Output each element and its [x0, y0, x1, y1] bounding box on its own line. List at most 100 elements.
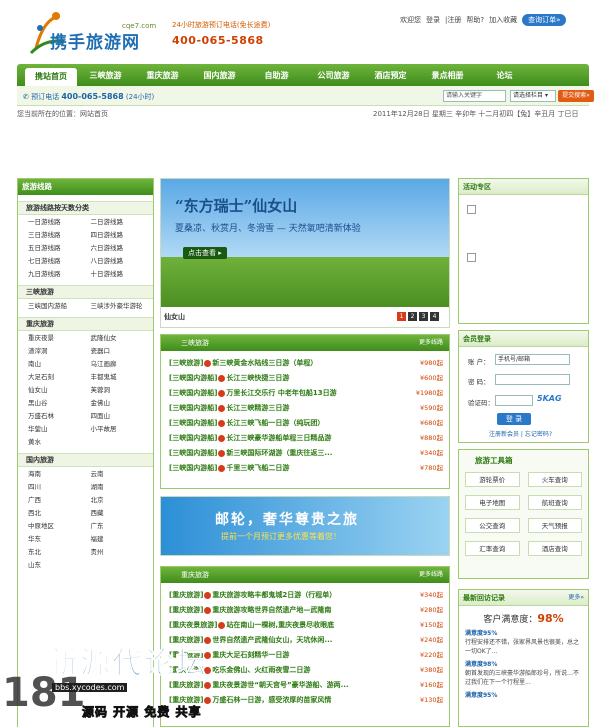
route-link[interactable]: 四面山 [91, 412, 154, 421]
row-title[interactable]: 重庆旅游攻略世界自然遗产地—武隆南 [212, 606, 331, 614]
site-logo[interactable]: cqe7.com 携手旅游网 [26, 8, 166, 63]
tool-button[interactable]: 天气预报 [527, 518, 582, 533]
route-link[interactable]: 北京 [91, 496, 154, 505]
row-title[interactable]: 新三峡国际环湖游（重庆往返三... [226, 449, 332, 457]
route-link[interactable]: 西藏 [91, 509, 154, 518]
register-link[interactable]: |注册 [445, 15, 461, 25]
route-link[interactable]: 万盛石林 [28, 412, 91, 421]
row-category[interactable]: [三峡国内游船] [169, 374, 217, 382]
route-link[interactable]: 西北 [28, 509, 91, 518]
nav-company-tour[interactable]: 公司旅游 [305, 70, 362, 81]
nav-sanxia[interactable]: 三峡旅游 [77, 70, 134, 81]
tool-button[interactable]: 酒店查询 [527, 541, 582, 556]
row-title[interactable]: 站在南山一棵树,重庆夜景尽收眼底 [226, 621, 334, 629]
sanxia-more-link[interactable]: 更多线路 [419, 335, 443, 351]
route-link[interactable]: 华蓥山 [28, 425, 91, 434]
column-select[interactable]: 请选择栏目 ▾ [510, 90, 556, 102]
route-link[interactable]: 九日游线路 [28, 270, 91, 279]
row-title[interactable]: 长江三峡飞船一日游（纯玩团） [226, 419, 324, 427]
broken-image-icon[interactable] [467, 205, 476, 214]
route-link[interactable]: 广东 [91, 522, 154, 531]
reviews-more-link[interactable]: 更多» [568, 590, 584, 606]
route-link[interactable]: 丰都鬼城 [91, 373, 154, 382]
route-link[interactable]: 中原地区 [28, 522, 91, 531]
search-button[interactable]: 提交搜索» [558, 90, 594, 102]
pager-2[interactable]: 2 [408, 312, 417, 321]
route-link[interactable]: 一日游线路 [28, 218, 91, 227]
chongqing-more-link[interactable]: 更多线路 [419, 567, 443, 583]
route-link[interactable]: 渣滓洞 [28, 347, 91, 356]
pager-1[interactable]: 1 [397, 312, 406, 321]
keyword-input[interactable]: 请输入关键字 [443, 90, 506, 102]
login-link[interactable]: 登录 [426, 15, 440, 25]
nav-album[interactable]: 景点相册 [419, 70, 476, 81]
route-link[interactable]: 三日游线路 [28, 231, 91, 240]
route-link[interactable]: 贵州 [91, 548, 154, 557]
row-category[interactable]: [三峡国内游船] [169, 464, 217, 472]
register-link[interactable]: 注册新会员 [489, 431, 519, 438]
banner-more-button[interactable]: 点击查看 ▸ [183, 247, 227, 259]
list-item[interactable]: [重庆旅游] 重庆旅游攻略世界自然遗产地—武隆南 ¥280起 [161, 603, 449, 618]
captcha-image[interactable]: 5KAG [537, 394, 562, 403]
banner-slideshow[interactable]: “东方瑞士”仙女山 夏桑凉、秋赏月、冬滑雪 — 天然氧吧清新体验 点击查看 ▸ … [160, 178, 450, 328]
nav-forum[interactable]: 论坛 [476, 70, 533, 81]
route-link[interactable]: 金佛山 [91, 399, 154, 408]
tool-button[interactable]: 航班查询 [527, 495, 582, 510]
account-input[interactable]: 手机号/邮箱 [495, 354, 570, 365]
route-link[interactable]: 海南 [28, 470, 91, 479]
order-query-button[interactable]: 查询订单» [522, 14, 567, 26]
route-link[interactable]: 黑山谷 [28, 399, 91, 408]
list-item[interactable]: [重庆旅游] 重庆旅游攻略丰都鬼城2日游（行程单） ¥340起 [161, 588, 449, 603]
route-link[interactable]: 瓷器口 [91, 347, 154, 356]
route-link[interactable]: 东北 [28, 548, 91, 557]
route-link[interactable]: 云南 [91, 470, 154, 479]
route-link[interactable]: 广西 [28, 496, 91, 505]
captcha-input[interactable] [495, 395, 533, 406]
route-link[interactable]: 华东 [28, 535, 91, 544]
password-input[interactable] [495, 374, 570, 385]
nav-chongqing[interactable]: 重庆旅游 [134, 70, 191, 81]
route-link[interactable]: 三峡国内游船 [28, 302, 91, 311]
route-link[interactable]: 黄水 [28, 438, 91, 447]
row-category[interactable]: [三峡国内游船] [169, 449, 217, 457]
row-title[interactable]: 万里长江交乐行 中老年包船13日游 [226, 389, 336, 397]
list-item[interactable]: [三峡国内游船] 千里三峡飞船二日游 ¥780起 [161, 461, 449, 476]
forgot-password-link[interactable]: 忘记密码? [525, 431, 552, 438]
pager-3[interactable]: 3 [419, 312, 428, 321]
row-category[interactable]: [三峡国内游船] [169, 404, 217, 412]
row-category[interactable]: [重庆夜景旅游] [169, 621, 217, 629]
tool-button[interactable]: 火车查询 [527, 472, 582, 487]
route-link[interactable]: 福建 [91, 535, 154, 544]
route-link[interactable]: 八日游线路 [91, 257, 154, 266]
bookmark-link[interactable]: 加入收藏 [489, 15, 517, 25]
route-link[interactable]: 乌江画廊 [91, 360, 154, 369]
route-link[interactable]: 武隆仙女 [91, 334, 154, 343]
nav-self-tour[interactable]: 自助游 [248, 70, 305, 81]
list-item[interactable]: [三峡国内游船] 新三峡国际环湖游（重庆往返三... ¥340起 [161, 446, 449, 461]
cruise-promo-banner[interactable]: 邮轮，奢华尊贵之旅 提前一个月预订更多优惠等着您！ [160, 496, 450, 556]
list-item[interactable]: [三峡国内游船] 长江三峡精游三日游 ¥590起 [161, 401, 449, 416]
list-item[interactable]: [三峡国内游船] 长江三峡豪华游船单程三日精品游 ¥880起 [161, 431, 449, 446]
list-item[interactable]: [三峡国内游船] 长江三峡飞船一日游（纯玩团） ¥680起 [161, 416, 449, 431]
row-category[interactable]: [重庆旅游] [169, 591, 203, 599]
route-link[interactable]: 四日游线路 [91, 231, 154, 240]
pager-4[interactable]: 4 [430, 312, 439, 321]
tool-button[interactable]: 公交查询 [465, 518, 520, 533]
nav-hotel[interactable]: 酒店预定 [362, 70, 419, 81]
row-category[interactable]: [三峡国内游船] [169, 389, 217, 397]
row-title[interactable]: 千里三峡飞船二日游 [226, 464, 289, 472]
row-title[interactable]: 长江三峡精游三日游 [226, 404, 289, 412]
route-link[interactable]: 五日游线路 [28, 244, 91, 253]
row-category[interactable]: [三峡国内游船] [169, 434, 217, 442]
route-link[interactable]: 小平故居 [91, 425, 154, 434]
route-link[interactable]: 十日游线路 [91, 270, 154, 279]
row-category[interactable]: [三峡国内游船] [169, 419, 217, 427]
route-link[interactable]: 仙女山 [28, 386, 91, 395]
login-button[interactable]: 登 录 [497, 413, 531, 425]
route-link[interactable]: 七日游线路 [28, 257, 91, 266]
tool-button[interactable]: 游轮票价 [465, 472, 520, 487]
row-title[interactable]: 重庆旅游攻略丰都鬼城2日游（行程单） [212, 591, 336, 599]
route-link[interactable]: 大足石刻 [28, 373, 91, 382]
route-link[interactable]: 山东 [28, 561, 91, 570]
route-link[interactable]: 南山 [28, 360, 91, 369]
